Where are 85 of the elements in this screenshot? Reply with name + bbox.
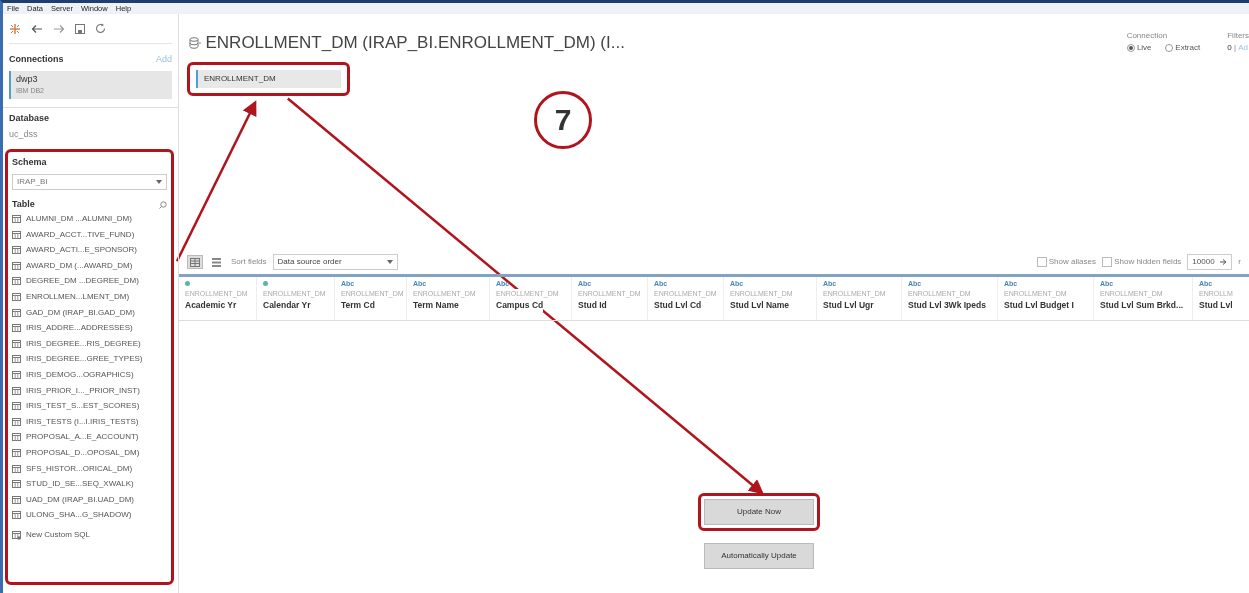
table-icon — [12, 448, 21, 457]
table-item[interactable]: GAD_DM (IRAP_BI.GAD_DM) — [12, 304, 167, 321]
field-name: Stud Lvl 3Wk Ipeds — [908, 299, 986, 312]
schema-dropdown[interactable]: IRAP_BI — [12, 173, 167, 190]
database-icon — [189, 36, 201, 49]
table-icon — [12, 495, 21, 504]
table-icon — [12, 402, 21, 411]
custom-sql-item[interactable]: New Custom SQL — [12, 527, 167, 544]
table-item[interactable]: AWARD_DM (...AWARD_DM) — [12, 258, 167, 274]
table-icon — [12, 277, 21, 286]
radio-option[interactable]: Live — [1126, 42, 1152, 54]
logo-icon — [9, 22, 21, 35]
refresh-icon[interactable] — [95, 23, 106, 34]
forward-icon[interactable] — [53, 23, 65, 34]
table-icon — [12, 324, 21, 333]
table-item[interactable]: AWARD_ACCT...TIVE_FUND) — [12, 226, 167, 243]
table-icon — [12, 480, 21, 489]
field-name: Stud Lvl Ugr — [823, 299, 874, 312]
field-name: Stud Lvl Budget I — [1004, 299, 1074, 312]
update-button[interactable]: Automatically Update — [704, 543, 814, 569]
rows-label: r — [1238, 256, 1241, 268]
table-item[interactable]: IRIS_ADDRE...ADDRESSES) — [12, 320, 167, 336]
table-item[interactable]: IRIS_PRIOR_I..._PRIOR_INST) — [12, 382, 167, 399]
search-icon[interactable] — [159, 200, 167, 209]
rows-field[interactable]: 10000 — [1187, 254, 1233, 270]
table-icon — [12, 511, 21, 520]
step-callout: 7 — [534, 90, 592, 149]
table-item[interactable]: ULONG_SHA...G_SHADOW) — [12, 507, 167, 524]
table-icon — [12, 339, 21, 348]
field-name: Campus Cd — [496, 299, 544, 312]
table-icon — [12, 308, 21, 317]
table-icon — [12, 371, 21, 379]
table-item[interactable]: ENROLLMEN...LMENT_DM) — [12, 289, 167, 305]
table-item[interactable]: AWARD_ACTI...E_SPONSOR) — [12, 242, 167, 259]
sort-dropdown[interactable]: Data source order — [272, 254, 398, 270]
radio-option[interactable]: Extract — [1165, 42, 1201, 54]
canvas-table[interactable]: ENROLLMENT_DM — [196, 69, 341, 88]
section-label: Connections — [9, 53, 64, 66]
connection-label: Connection — [1126, 30, 1169, 42]
table-item[interactable]: IRIS_TESTS (I...I.IRIS_TESTS) — [12, 413, 167, 430]
number-type-icon — [185, 281, 190, 287]
section-label: Table — [12, 197, 35, 211]
table-item[interactable]: IRIS_DEGREE...GREE_TYPES) — [12, 351, 167, 368]
table-icon — [12, 261, 21, 270]
table-item[interactable]: SFS_HISTOR...ORICAL_DM) — [12, 460, 167, 477]
save-icon[interactable] — [75, 23, 85, 34]
update-button[interactable]: Update Now — [704, 499, 814, 525]
checkbox[interactable] — [1036, 257, 1047, 267]
caret-icon — [386, 260, 393, 264]
caret-icon — [156, 179, 162, 184]
table-icon — [12, 386, 21, 395]
table-item[interactable]: STUD_ID_SE...SEQ_XWALK) — [12, 476, 167, 492]
table-item[interactable]: DEGREE_DM ...DEGREE_DM) — [12, 273, 167, 290]
table-item[interactable]: PROPOSAL_A...E_ACCOUNT) — [12, 429, 167, 446]
sort-label: Sort fields — [231, 256, 267, 268]
table-icon — [12, 417, 21, 426]
table-icon — [12, 355, 21, 364]
checkbox-label[interactable]: Show aliases — [1048, 256, 1096, 268]
arrow-icon — [1220, 259, 1228, 265]
table-icon — [12, 433, 21, 442]
checkbox-label[interactable]: Show hidden fields — [1114, 256, 1182, 268]
table-item[interactable]: UAD_DM (IRAP_BI.UAD_DM) — [12, 491, 167, 508]
list-view-icon[interactable] — [212, 257, 222, 267]
table-item[interactable]: ALUMNI_DM ...ALUMNI_DM) — [12, 211, 167, 227]
table-icon — [12, 464, 21, 473]
datasource-title: ENROLLMENT_DM (IRAP_BI.ENROLLMENT_DM) (I... — [205, 32, 625, 54]
sql-icon — [12, 530, 21, 540]
table-item[interactable]: PROPOSAL_D...OPOSAL_DM) — [12, 445, 167, 461]
table-item[interactable]: IRIS_DEMOG...OGRAPHICS) — [12, 367, 167, 383]
number-type-icon — [263, 281, 268, 287]
table-item[interactable]: IRIS_DEGREE...RIS_DEGREE) — [12, 336, 167, 352]
table-icon — [12, 293, 21, 301]
filters-label: Filters — [1227, 30, 1249, 42]
table-item[interactable]: IRIS_TEST_S...EST_SCORES) — [12, 398, 167, 414]
database-name: uc_dss — [9, 127, 39, 141]
table-icon — [12, 215, 21, 224]
section-label: Database — [9, 112, 51, 125]
back-icon[interactable] — [31, 23, 43, 34]
filter-count: 0 — [1227, 42, 1232, 54]
table-icon — [12, 230, 21, 239]
grid-view-icon[interactable] — [190, 257, 200, 267]
table-icon — [12, 246, 21, 255]
separator: | — [1233, 42, 1236, 54]
section-label: Schema — [12, 156, 48, 170]
checkbox[interactable] — [1101, 257, 1112, 267]
